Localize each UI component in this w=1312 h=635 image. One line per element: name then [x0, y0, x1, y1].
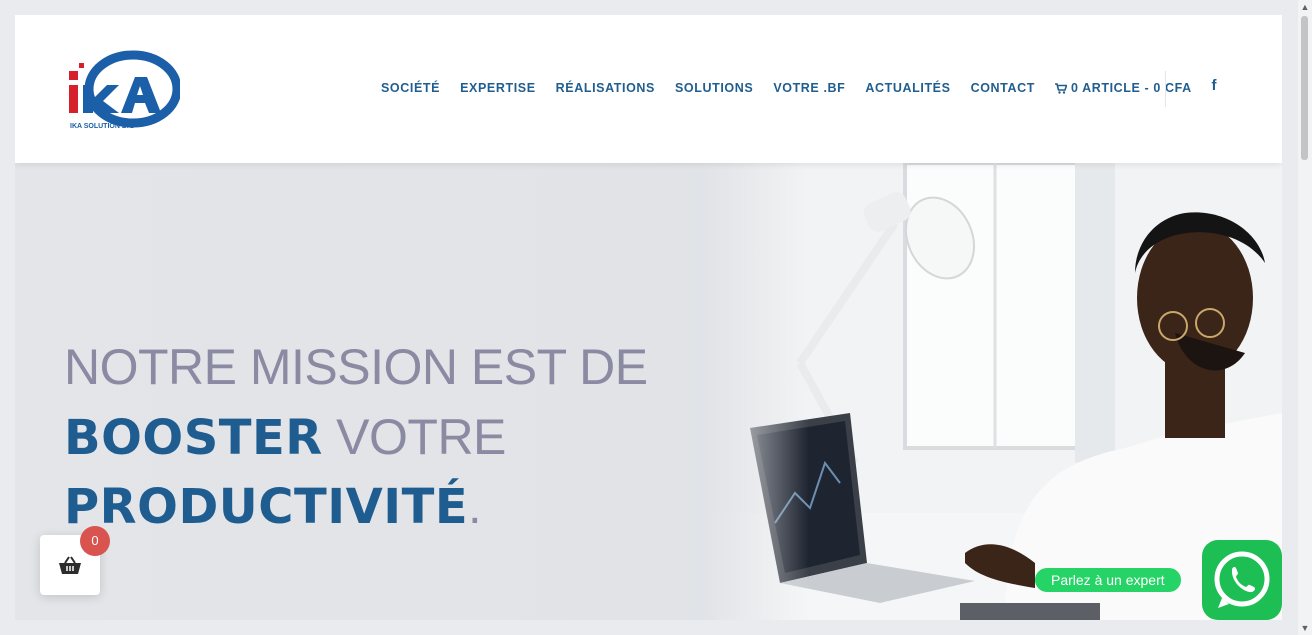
hero-banner: NOTRE MISSION EST DE BOOSTER VOTRE PRODU… — [15, 163, 1282, 620]
hero-headline: NOTRE MISSION EST DE BOOSTER VOTRE PRODU… — [64, 333, 664, 542]
facebook-icon[interactable]: f — [1207, 77, 1221, 97]
whatsapp-button[interactable] — [1202, 540, 1282, 620]
headline-votre: VOTRE — [322, 409, 506, 465]
hero-photo — [705, 163, 1282, 620]
ika-logo[interactable]: IKA SOLUTION LTD — [65, 47, 180, 131]
headline-line-3: PRODUCTIVITÉ. — [64, 473, 664, 542]
nav-cart[interactable]: 0 ARTICLE - 0 CFA — [1054, 81, 1192, 95]
site-header: IKA SOLUTION LTD SOCIÉTÉ EXPERTISE RÉALI… — [15, 15, 1282, 163]
basket-icon — [59, 556, 81, 574]
nav-realisations[interactable]: RÉALISATIONS — [556, 81, 655, 95]
whatsapp-label[interactable]: Parlez à un expert — [1035, 568, 1181, 592]
page-frame: IKA SOLUTION LTD SOCIÉTÉ EXPERTISE RÉALI… — [15, 15, 1282, 620]
cart-summary: 0 ARTICLE - 0 CFA — [1070, 81, 1192, 95]
nav-contact[interactable]: CONTACT — [971, 81, 1035, 95]
nav-expertise[interactable]: EXPERTISE — [460, 81, 536, 95]
scroll-down-icon[interactable]: ▼ — [1300, 623, 1310, 633]
whatsapp-icon — [1214, 551, 1270, 608]
nav-societe[interactable]: SOCIÉTÉ — [381, 81, 440, 95]
headline-line-1: NOTRE MISSION EST DE — [64, 333, 664, 403]
cart-count-badge: 0 — [80, 526, 110, 556]
nav-votre-bf[interactable]: VOTRE .BF — [773, 81, 845, 95]
logo-caption: IKA SOLUTION LTD — [70, 123, 135, 130]
headline-booster: BOOSTER — [64, 410, 323, 466]
nav-divider — [1165, 71, 1166, 107]
headline-line-2: BOOSTER VOTRE — [64, 403, 664, 473]
scrollbar-thumb[interactable] — [1301, 16, 1308, 160]
nav-solutions[interactable]: SOLUTIONS — [675, 81, 753, 95]
headline-text-1: NOTRE MISSION EST DE — [64, 339, 648, 395]
cart-icon — [1054, 82, 1067, 94]
main-nav: SOCIÉTÉ EXPERTISE RÉALISATIONS SOLUTIONS… — [381, 78, 1212, 98]
nav-actualites[interactable]: ACTUALITÉS — [865, 81, 950, 95]
headline-productivite: PRODUCTIVITÉ — [64, 479, 469, 535]
headline-period: . — [468, 481, 481, 534]
scroll-up-icon[interactable]: ▲ — [1300, 2, 1310, 12]
